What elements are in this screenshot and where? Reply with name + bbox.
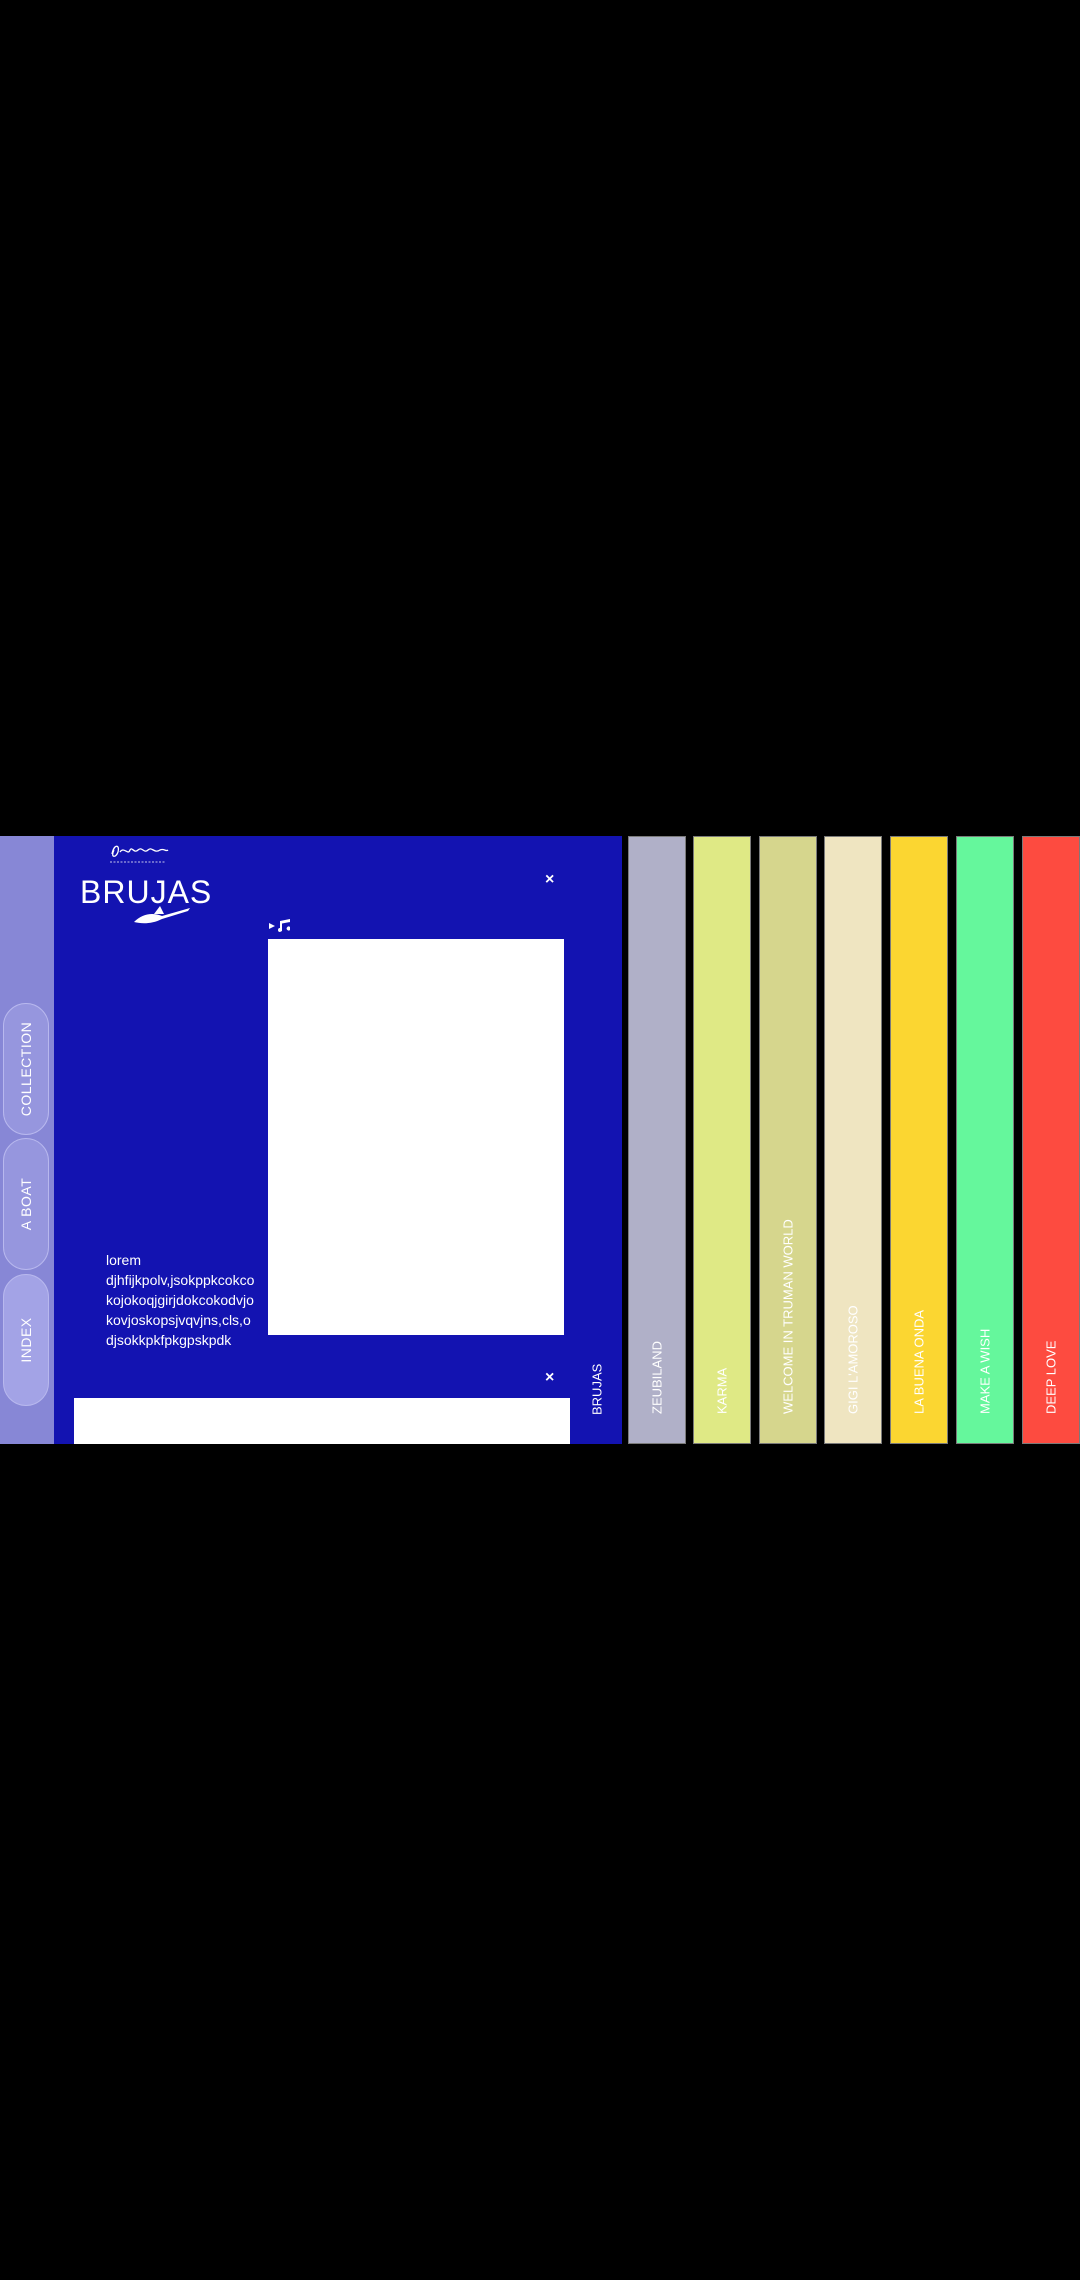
tab-brujas[interactable]: BRUJAS xyxy=(572,836,622,1444)
close-icon[interactable]: × xyxy=(545,1370,554,1386)
collection-button[interactable]: COLLECTION xyxy=(3,1003,49,1135)
tab-karma-label: KARMA xyxy=(714,1367,730,1414)
tab-welcome-in-truman-world[interactable]: WELCOME IN TRUMAN WORLD xyxy=(759,836,817,1444)
tab-la-buena-onda[interactable]: LA BUENA ONDA xyxy=(890,836,948,1444)
index-button[interactable]: INDEX xyxy=(3,1274,49,1406)
tab-gigi-lamoroso-label: GIGI L'AMOROSO xyxy=(845,1305,861,1414)
media-player[interactable] xyxy=(268,939,564,1335)
a-boat-label: A BOAT xyxy=(18,1177,34,1231)
play-music-icon[interactable] xyxy=(268,918,294,934)
tab-la-buena-onda-label: LA BUENA ONDA xyxy=(911,1309,927,1414)
index-label: INDEX xyxy=(18,1317,34,1363)
tab-karma[interactable]: KARMA xyxy=(693,836,751,1444)
tab-welcome-in-truman-world-label: WELCOME IN TRUMAN WORLD xyxy=(780,1219,796,1414)
app-window: COLLECTION A BOAT INDEX BRUJAS × lorem d… xyxy=(0,836,1080,1444)
a-boat-button[interactable]: A BOAT xyxy=(3,1138,49,1270)
tab-make-a-wish-label: MAKE A WISH xyxy=(977,1328,993,1414)
tab-zeubiland[interactable]: ZEUBILAND xyxy=(628,836,686,1444)
collection-label: COLLECTION xyxy=(18,1021,34,1117)
side-navigation: COLLECTION A BOAT INDEX xyxy=(0,836,54,1444)
description-text: lorem djhfijkpolv,jsokppkcokcokojokoqjgi… xyxy=(106,1252,255,1348)
tab-zeubiland-label: ZEUBILAND xyxy=(649,1341,665,1414)
tab-make-a-wish[interactable]: MAKE A WISH xyxy=(956,836,1014,1444)
brand-logo xyxy=(110,845,169,863)
close-icon[interactable]: × xyxy=(545,872,554,888)
brujas-panel: BRUJAS × lorem djhfijkpolv,jsokppkcokcok… xyxy=(54,836,622,1444)
tab-gigi-lamoroso[interactable]: GIGI L'AMOROSO xyxy=(824,836,882,1444)
content-box xyxy=(74,1398,570,1444)
witch-broom-icon xyxy=(134,906,190,924)
tab-brujas-label: BRUJAS xyxy=(589,1363,605,1415)
tab-deep-love-label: DEEP LOVE xyxy=(1043,1340,1059,1414)
tab-deep-love[interactable]: DEEP LOVE xyxy=(1022,836,1080,1444)
